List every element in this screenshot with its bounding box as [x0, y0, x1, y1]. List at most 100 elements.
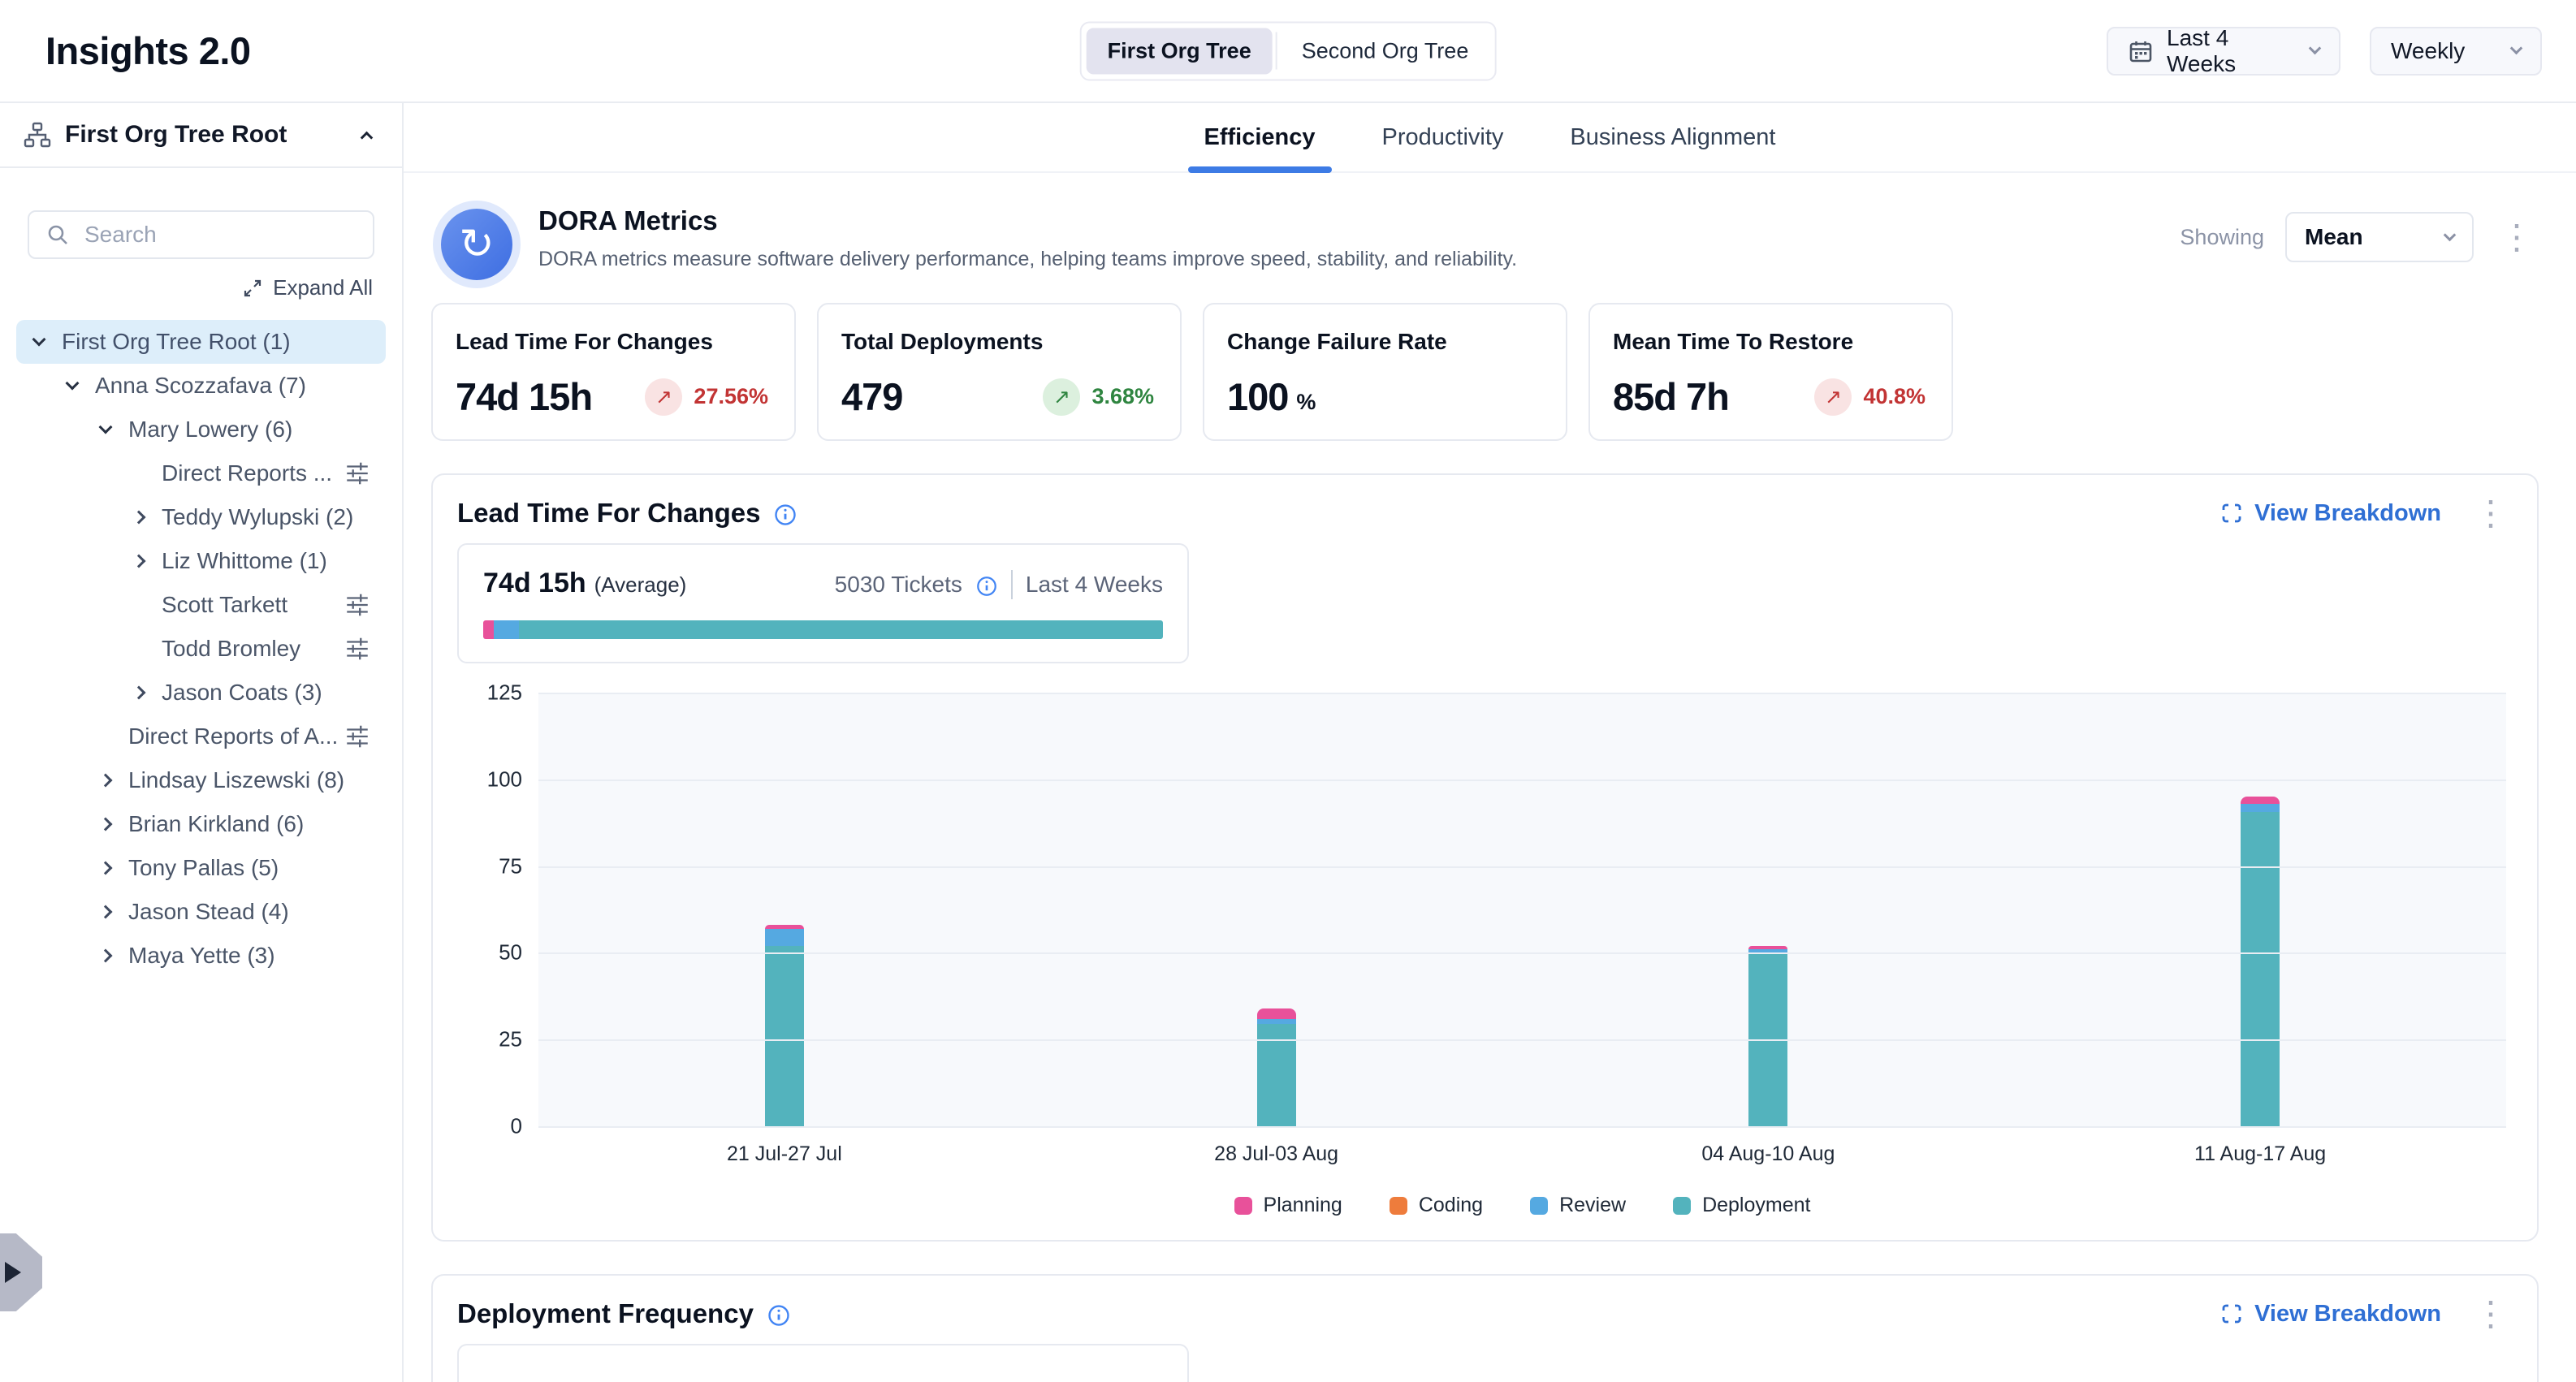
- expand-arrows-icon: [242, 278, 263, 299]
- chevron-right-icon[interactable]: [99, 905, 113, 919]
- search-input[interactable]: [83, 221, 357, 248]
- chevron-right-icon[interactable]: [132, 511, 146, 525]
- metric-card-value-row: 74d 15h↗27.56%: [456, 374, 772, 419]
- dora-metrics-header: ↻ DORA Metrics DORA metrics measure soft…: [404, 173, 2576, 280]
- legend-swatch-icon: [1673, 1197, 1691, 1215]
- period-select[interactable]: Last 4 Weeks: [2107, 27, 2340, 76]
- lead-time-title: Lead Time For Changes: [457, 498, 797, 529]
- kebab-menu-icon[interactable]: ⋮: [2495, 223, 2539, 251]
- tree-item-label: Jason Coats (3): [162, 680, 322, 706]
- chevron-right-icon[interactable]: [99, 818, 113, 831]
- kebab-menu-icon[interactable]: ⋮: [2469, 1300, 2513, 1328]
- bar-segment-planning: [2241, 797, 2280, 804]
- dora-title: DORA Metrics: [538, 205, 1517, 236]
- filter-icon[interactable]: [344, 591, 371, 619]
- tree-item[interactable]: Mary Lowery (6): [16, 408, 386, 451]
- x-tick-label: 28 Jul-03 Aug: [1031, 1142, 1523, 1166]
- stacked-bar[interactable]: [1748, 946, 1787, 1126]
- stacked-bar[interactable]: [2241, 797, 2280, 1126]
- tree-item[interactable]: Direct Reports ...: [16, 451, 386, 495]
- tree-item-label: Brian Kirkland (6): [128, 811, 304, 837]
- chevron-down-icon[interactable]: [32, 333, 46, 347]
- org-tree: First Org Tree Root (1) Anna Scozzafava (…: [0, 320, 402, 978]
- phase-segment-deployment: [519, 620, 1163, 639]
- dora-cycle-icon: ↻: [441, 209, 512, 280]
- y-tick-label: 125: [487, 680, 522, 706]
- tree-item[interactable]: Tony Pallas (5): [16, 846, 386, 890]
- gridline-50: [538, 952, 2506, 954]
- sidebar-header[interactable]: First Org Tree Root: [0, 103, 402, 168]
- metric-card-delta: ↗27.56%: [645, 378, 768, 416]
- metric-card-title: Change Failure Rate: [1227, 329, 1543, 355]
- tree-item[interactable]: First Org Tree Root (1): [16, 320, 386, 364]
- tree-item[interactable]: Todd Bromley: [16, 627, 386, 671]
- metric-card-title: Total Deployments: [841, 329, 1157, 355]
- deployment-panel-actions: View Breakdown ⋮: [2215, 1300, 2513, 1328]
- tree-item[interactable]: Direct Reports of A...: [16, 715, 386, 758]
- y-tick-label: 25: [499, 1027, 522, 1052]
- view-breakdown-button[interactable]: View Breakdown: [2215, 499, 2446, 528]
- tree-item-label: Anna Scozzafava (7): [95, 373, 306, 399]
- chevron-up-icon[interactable]: [361, 131, 374, 144]
- tree-item[interactable]: Anna Scozzafava (7): [16, 364, 386, 408]
- info-icon[interactable]: [975, 575, 998, 598]
- filter-icon[interactable]: [344, 723, 371, 750]
- metric-card-total-deployments: Total Deployments479↗3.68%: [817, 303, 1182, 441]
- stacked-bar[interactable]: [765, 925, 804, 1126]
- main-content: Efficiency Productivity Business Alignment…: [404, 103, 2576, 1382]
- app-title: Insights 2.0: [45, 28, 251, 73]
- chevron-right-icon[interactable]: [99, 774, 113, 788]
- bar-column-4: [2014, 693, 2506, 1126]
- bar-segment-planning: [1257, 1008, 1296, 1019]
- kebab-menu-icon[interactable]: ⋮: [2469, 499, 2513, 527]
- average-label: (Average): [594, 572, 687, 598]
- bar-segment-review: [2241, 804, 2280, 813]
- chevron-right-icon[interactable]: [99, 862, 113, 875]
- filter-icon[interactable]: [344, 460, 371, 487]
- chevron-right-icon[interactable]: [132, 555, 146, 568]
- tree-item[interactable]: Lindsay Liszewski (8): [16, 758, 386, 802]
- filter-icon[interactable]: [344, 635, 371, 663]
- tree-item[interactable]: Jason Coats (3): [16, 671, 386, 715]
- chevron-right-icon[interactable]: [132, 686, 146, 700]
- tree-item[interactable]: Teddy Wylupski (2): [16, 495, 386, 539]
- legend-swatch-icon: [1530, 1197, 1548, 1215]
- info-icon[interactable]: [773, 503, 797, 527]
- chart-legend: PlanningCodingReviewDeployment: [538, 1194, 2506, 1217]
- expand-all-button[interactable]: Expand All: [29, 275, 373, 300]
- tree-item[interactable]: Liz Whittome (1): [16, 539, 386, 583]
- tab-efficiency[interactable]: Efficiency: [1198, 103, 1322, 171]
- tab-productivity[interactable]: Productivity: [1376, 103, 1511, 171]
- tree-item[interactable]: Scott Tarkett: [16, 583, 386, 627]
- chevron-down-icon[interactable]: [99, 421, 113, 434]
- tree-item[interactable]: Maya Yette (3): [16, 934, 386, 978]
- info-icon[interactable]: [767, 1303, 791, 1328]
- chevron-down-icon[interactable]: [66, 377, 80, 391]
- legend-item-review: Review: [1530, 1194, 1626, 1217]
- stacked-bar[interactable]: [1257, 1008, 1296, 1126]
- tree-item[interactable]: Jason Stead (4): [16, 890, 386, 934]
- x-tick-label: 04 Aug-10 Aug: [1523, 1142, 2015, 1166]
- tab-business-alignment[interactable]: Business Alignment: [1563, 103, 1782, 171]
- period-select-value: Last 4 Weeks: [2167, 25, 2296, 77]
- org-toggle-first-org-tree[interactable]: First Org Tree: [1087, 28, 1273, 74]
- legend-item-coding: Coding: [1390, 1194, 1483, 1217]
- legend-item-deployment: Deployment: [1673, 1194, 1810, 1217]
- org-tree-sidebar: First Org Tree Root: [0, 103, 404, 1382]
- metric-card-title: Mean Time To Restore: [1613, 329, 1929, 355]
- y-tick-label: 50: [499, 940, 522, 965]
- tickets-count: 5030 Tickets: [835, 572, 962, 598]
- bar-column-3: [1523, 693, 2015, 1126]
- tree-item-label: Teddy Wylupski (2): [162, 504, 353, 530]
- aggregation-select[interactable]: Mean: [2285, 212, 2474, 262]
- chevron-right-icon[interactable]: [99, 949, 113, 963]
- tree-item[interactable]: Brian Kirkland (6): [16, 802, 386, 846]
- org-toggle-second-org-tree[interactable]: Second Org Tree: [1281, 28, 1490, 74]
- chevron-down-icon: [2309, 42, 2322, 55]
- view-breakdown-button[interactable]: View Breakdown: [2215, 1300, 2446, 1328]
- triangle-right-icon: [5, 1262, 21, 1283]
- granularity-select[interactable]: Weekly: [2370, 27, 2542, 76]
- granularity-select-value: Weekly: [2391, 38, 2497, 64]
- sidebar-collapse-handle[interactable]: [0, 1233, 42, 1311]
- lead-time-panel-header: Lead Time For Changes: [457, 498, 2513, 529]
